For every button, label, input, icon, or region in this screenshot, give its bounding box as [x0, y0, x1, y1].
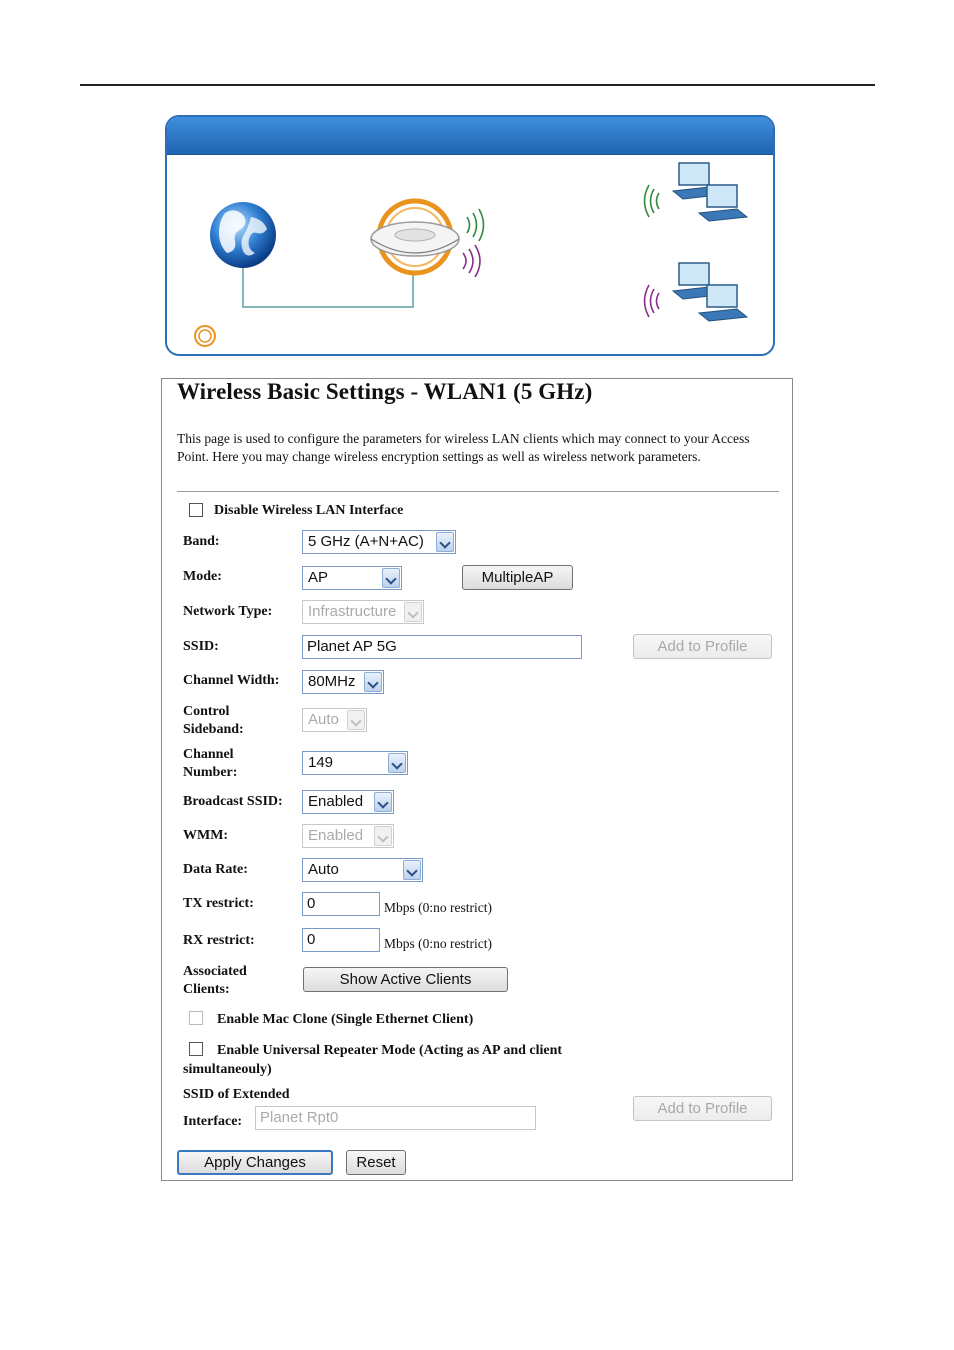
wmm-value: Enabled: [308, 827, 364, 844]
ssid-extended-add-to-profile-button[interactable]: Add to Profile: [633, 1096, 772, 1121]
band-select[interactable]: 5 GHz (A+N+AC): [302, 530, 456, 554]
universal-repeater-checkbox[interactable]: [189, 1042, 203, 1056]
tx-restrict-input[interactable]: 0: [302, 892, 380, 916]
apply-changes-button[interactable]: Apply Changes: [177, 1150, 333, 1175]
band-label: Band:: [183, 534, 220, 549]
chevron-down-icon: [388, 753, 406, 773]
data-rate-select[interactable]: Auto: [302, 858, 423, 882]
chevron-down-icon: [374, 826, 392, 846]
globe-icon: [210, 202, 276, 268]
disable-wlan-label: Disable Wireless LAN Interface: [214, 503, 404, 518]
data-rate-value: Auto: [308, 861, 339, 878]
wmm-select[interactable]: Enabled: [302, 824, 394, 848]
data-rate-label: Data Rate:: [183, 862, 248, 877]
channel-number-value: 149: [308, 754, 334, 771]
access-point-icon: [370, 198, 460, 276]
mode-label: Mode:: [183, 569, 222, 584]
universal-repeater-label-line2: simultaneouly): [183, 1062, 272, 1077]
reset-button[interactable]: Reset: [346, 1150, 406, 1175]
page-title: Wireless Basic Settings - WLAN1 (5 GHz): [177, 379, 593, 404]
ssid-label: SSID:: [183, 639, 219, 654]
chevron-down-icon: [382, 568, 400, 588]
broadcast-ssid-label: Broadcast SSID:: [183, 794, 283, 809]
associated-clients-label-line2: Clients:: [183, 982, 230, 997]
channel-number-select[interactable]: 149: [302, 751, 408, 775]
laptop-pair-icon: [643, 162, 749, 222]
wmm-label: WMM:: [183, 828, 229, 843]
laptop-pair-icon: [643, 262, 749, 322]
chevron-down-icon: [347, 710, 365, 730]
ssid-add-to-profile-button[interactable]: Add to Profile: [633, 634, 772, 659]
network-diagram: [194, 162, 749, 347]
chevron-down-icon: [436, 532, 454, 552]
ssid-extended-label-line1: SSID of Extended: [183, 1087, 290, 1102]
channel-width-select[interactable]: 80MHz: [302, 670, 384, 694]
associated-clients-label-line1: Associated: [183, 964, 247, 979]
chevron-down-icon: [404, 602, 422, 622]
chevron-down-icon: [364, 672, 382, 692]
control-sideband-label-line1: Control: [183, 704, 230, 719]
rx-restrict-label: RX restrict:: [183, 933, 255, 948]
page-description: This page is used to configure the param…: [177, 431, 750, 464]
show-active-clients-button[interactable]: Show Active Clients: [303, 967, 508, 992]
header-banner: [165, 115, 775, 356]
chevron-down-icon: [403, 860, 421, 880]
channel-width-label: Channel Width:: [183, 673, 280, 688]
disable-wlan-checkbox[interactable]: [189, 503, 203, 517]
divider: [177, 491, 779, 492]
broadcast-ssid-value: Enabled: [308, 793, 364, 810]
wireless-basic-settings-panel: Wireless Basic Settings - WLAN1 (5 GHz) …: [161, 378, 793, 1181]
connection-line: [242, 267, 414, 308]
channel-number-label-line1: Channel: [183, 747, 234, 762]
tx-restrict-unit: Mbps (0:no restrict): [384, 900, 492, 915]
ring-icon: [194, 325, 216, 347]
rx-restrict-unit: Mbps (0:no restrict): [384, 936, 492, 951]
mode-value: AP: [308, 569, 329, 586]
network-type-select[interactable]: Infrastructure: [302, 600, 424, 624]
control-sideband-select[interactable]: Auto: [302, 708, 367, 732]
channel-number-label-line2: Number:: [183, 765, 238, 780]
mode-select[interactable]: AP: [302, 566, 402, 590]
control-sideband-label-line2: Sideband:: [183, 722, 244, 737]
mac-clone-checkbox[interactable]: [189, 1011, 203, 1025]
control-sideband-value: Auto: [308, 711, 339, 728]
universal-repeater-label-line1: Enable Universal Repeater Mode (Acting a…: [217, 1043, 563, 1058]
multiple-ap-button[interactable]: MultipleAP: [462, 565, 573, 590]
ssid-input[interactable]: Planet AP 5G: [302, 635, 582, 659]
ssid-extended-label-line2: Interface:: [183, 1114, 243, 1129]
network-type-value: Infrastructure: [308, 603, 397, 620]
signal-waves-icon: [462, 208, 485, 278]
rx-restrict-input[interactable]: 0: [302, 928, 380, 952]
chevron-down-icon: [374, 792, 392, 812]
band-value: 5 GHz (A+N+AC): [308, 533, 424, 550]
broadcast-ssid-select[interactable]: Enabled: [302, 790, 394, 814]
network-type-label: Network Type:: [183, 604, 273, 619]
mac-clone-label: Enable Mac Clone (Single Ethernet Client…: [217, 1012, 474, 1027]
top-rule: [80, 84, 875, 86]
ssid-extended-input[interactable]: Planet Rpt0: [255, 1106, 536, 1130]
tx-restrict-label: TX restrict:: [183, 896, 254, 911]
channel-width-value: 80MHz: [308, 673, 356, 690]
